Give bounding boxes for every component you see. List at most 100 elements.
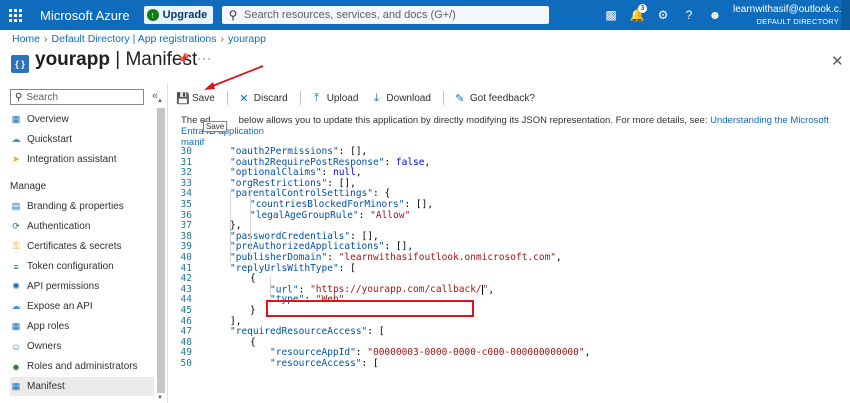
breadcrumb-app-registrations[interactable]: Default Directory | App registrations — [52, 33, 217, 45]
sidebar-item-label: Quickstart — [27, 134, 73, 145]
line-number: 30 — [180, 146, 192, 157]
indent-guide — [250, 191, 251, 262]
manifest-braces-icon: { } — [11, 55, 29, 73]
sidebar-item-roles-administrators[interactable]: ☻ Roles and administrators — [10, 357, 154, 376]
sidebar-item-owners[interactable]: ☺ Owners — [10, 337, 154, 356]
json-punctuation: , — [488, 284, 495, 296]
scroll-down-arrow-icon[interactable]: ▼ — [157, 395, 163, 401]
download-button[interactable]: ⤓ Download — [370, 92, 431, 105]
sidebar-item-app-roles[interactable]: ▦ App roles — [10, 317, 154, 336]
user-directory: DEFAULT DIRECTORY — [756, 17, 839, 26]
notifications-icon[interactable]: 🔔 3 — [624, 0, 650, 30]
app-roles-icon: ▦ — [11, 321, 21, 331]
editor-line[interactable]: 41 "replyUrlsWithType": [ — [168, 262, 850, 275]
json-key: "legalAgeGroupRule" — [250, 209, 359, 221]
description-text: below allows you to update this applicat… — [238, 115, 708, 126]
editor-line[interactable]: 50 "resourceAccess": [ — [168, 358, 850, 370]
save-tooltip: Save — [203, 121, 228, 132]
sidebar-item-certificates[interactable]: ⚿ Certificates & secrets — [10, 237, 154, 256]
json-punctuation: } — [250, 305, 256, 316]
breadcrumb-app[interactable]: yourapp — [228, 33, 266, 45]
toolbar-divider — [226, 91, 228, 105]
sidebar-item-label: Authentication — [27, 221, 91, 232]
search-icon: ⚲ — [228, 8, 238, 22]
json-punctuation: ], — [230, 315, 242, 327]
sidebar-item-token-configuration[interactable]: ≡ Token configuration — [10, 257, 154, 276]
scroll-up-arrow-icon[interactable]: ▲ — [157, 98, 163, 104]
json-punctuation: , — [355, 167, 362, 179]
json-key: "replyUrlsWithType" — [230, 262, 339, 274]
sidebar-item-quickstart[interactable]: ☁ Quickstart — [10, 130, 154, 149]
chevron-right-icon: › — [44, 33, 48, 45]
rocket-icon: ➤ — [12, 154, 20, 164]
chevron-right-icon: › — [220, 33, 224, 45]
code-text: } — [250, 305, 256, 317]
json-key: "oauth2RequirePostResponse" — [230, 156, 385, 168]
json-string: "learnwithasifoutlook.onmicrosoft.com" — [338, 252, 557, 263]
sidebar-item-label: Token configuration — [27, 261, 114, 272]
search-icon: ⚲ — [15, 91, 23, 103]
json-key: "requiredResourceAccess" — [230, 326, 368, 338]
save-label: Save — [192, 92, 215, 104]
save-button[interactable]: 💾 Save — [176, 92, 215, 105]
code-text: "legalAgeGroupRule": "Allow" — [250, 209, 410, 222]
json-punctuation: , — [584, 347, 591, 359]
command-bar: 💾 Save ✕ Discard ⤒ Upload ⤓ Download ✎ G… — [176, 88, 547, 108]
page-title: yourapp | Manifest — [35, 49, 198, 70]
account-menu[interactable]: learnwithasif@outlook.c... DEFAULT DIREC… — [733, 4, 847, 27]
sidebar-item-expose-api[interactable]: ☁ Expose an API — [10, 297, 154, 316]
brand-name[interactable]: Microsoft Azure — [40, 8, 130, 23]
upload-button[interactable]: ⤒ Upload — [311, 91, 358, 105]
feedback-button[interactable]: ✎ Got feedback? — [454, 92, 535, 105]
sidebar-item-label: Manifest — [27, 381, 65, 392]
breadcrumb-home[interactable]: Home — [12, 33, 40, 45]
sidebar-item-api-permissions[interactable]: ✺ API permissions — [10, 277, 154, 296]
pin-icon[interactable]: 📌 — [177, 54, 189, 65]
sidebar-item-authentication[interactable]: ⟳ Authentication — [10, 217, 154, 236]
editor-line[interactable]: 47 "requiredResourceAccess": [ — [168, 326, 850, 338]
sidebar-item-label: Certificates & secrets — [27, 241, 122, 252]
sidebar-item-label: Branding & properties — [27, 201, 124, 212]
json-punctuation: : — [384, 156, 396, 168]
app-name: yourapp — [35, 49, 110, 70]
settings-gear-icon[interactable]: ⚙ — [650, 0, 676, 30]
discard-button[interactable]: ✕ Discard — [238, 92, 288, 105]
sidebar-item-branding[interactable]: ▤ Branding & properties — [10, 197, 154, 216]
json-editor[interactable]: 30 "oauth2Permissions": [], 31 "oauth2Requi… — [168, 146, 850, 403]
sidebar-item-overview[interactable]: ▦ Overview — [10, 110, 154, 129]
close-icon[interactable]: ✕ — [831, 52, 844, 70]
sidebar-item-label: Integration assistant — [27, 154, 117, 165]
line-number: 40 — [180, 252, 192, 263]
json-literal: null — [332, 167, 356, 179]
sidebar-item-label: API permissions — [27, 281, 100, 292]
global-search-placeholder: Search resources, services, and docs (G+… — [244, 9, 456, 21]
upload-icon: ⤒ — [314, 91, 320, 104]
json-punctuation: : — [358, 209, 371, 221]
editor-line[interactable]: 36 "legalAgeGroupRule": "Allow" — [168, 209, 850, 222]
json-punctuation: , — [424, 156, 431, 168]
cloud-shell-icon[interactable]: ▩ — [598, 0, 624, 30]
avatar[interactable] — [841, 0, 850, 30]
json-punctuation: }, — [230, 220, 242, 232]
top-icon-group: ▩ 🔔 3 ⚙ ? ☻ — [598, 0, 728, 30]
global-search-input[interactable]: ⚲ Search resources, services, and docs (… — [222, 6, 549, 24]
roles-icon: ☻ — [11, 361, 21, 372]
help-icon[interactable]: ? — [676, 0, 702, 30]
discard-label: Discard — [253, 92, 288, 104]
upgrade-button[interactable]: ↑ Upgrade — [143, 6, 214, 24]
sidebar-item-manifest[interactable]: ▦ Manifest — [10, 377, 154, 396]
json-key: "countriesBlockedForMinors" — [250, 199, 405, 210]
code-text: { — [250, 273, 256, 285]
portal-menu-button[interactable] — [0, 0, 30, 30]
json-punctuation: : [ — [367, 326, 385, 338]
owners-icon: ☺ — [11, 341, 21, 352]
manifest-icon: ▦ — [11, 381, 21, 391]
more-options-icon[interactable]: ··· — [197, 51, 212, 65]
feedback-icon[interactable]: ☻ — [702, 0, 728, 30]
sidebar-search-input[interactable]: ⚲ Search — [10, 89, 144, 105]
save-disk-icon: 💾 — [176, 92, 190, 105]
token-icon: ≡ — [13, 261, 19, 272]
sidebar-scrollbar-thumb[interactable] — [157, 108, 165, 393]
sidebar-item-integration-assistant[interactable]: ➤ Integration assistant — [10, 150, 154, 169]
json-key: "optionalClaims" — [230, 167, 322, 179]
